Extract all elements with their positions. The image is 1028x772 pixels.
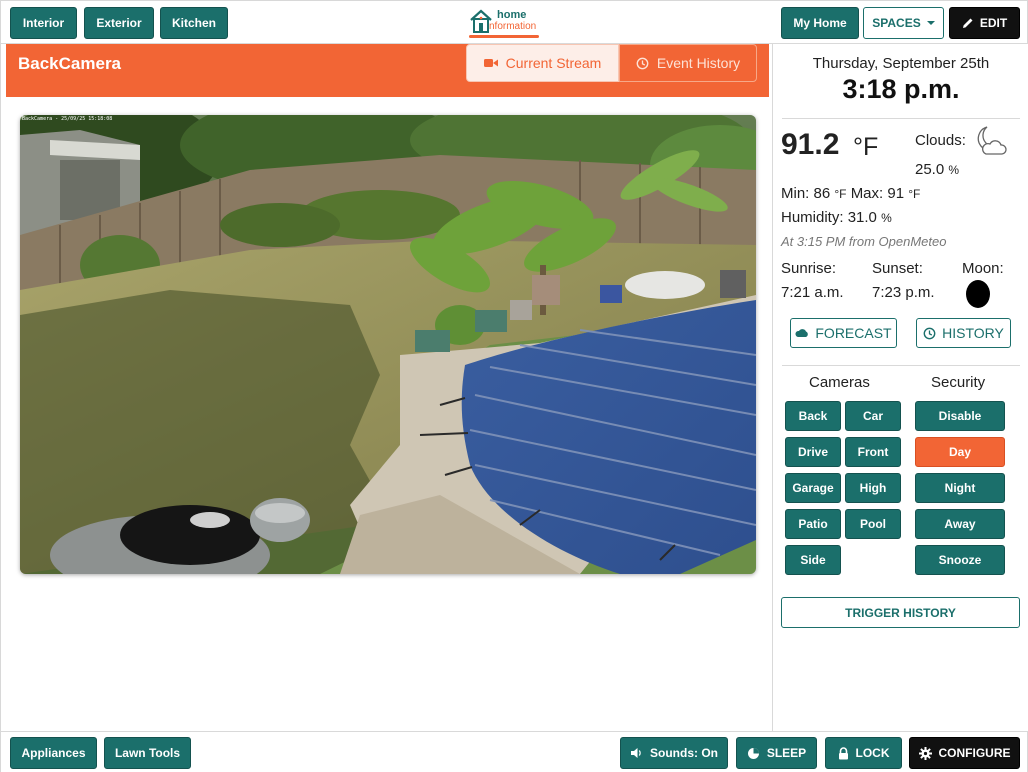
sunset-value: 7:23 p.m.	[872, 284, 935, 301]
video-camera-icon	[483, 58, 498, 68]
temperature-unit: °F	[853, 133, 879, 161]
logo-text-information: nformation	[489, 21, 537, 32]
tab-current-stream[interactable]: Current Stream	[466, 44, 619, 82]
home-information-logo[interactable]: home nformation	[467, 7, 541, 39]
camera-garage-button[interactable]: Garage	[785, 473, 841, 503]
current-date: Thursday, September 25th	[812, 55, 990, 72]
sunrise: Sunrise: 7:21 a.m.	[781, 257, 869, 305]
security-away-button[interactable]: Away	[915, 509, 1005, 539]
camera-stream-image[interactable]: BackCamera - 25/09/25 15:18:08	[20, 115, 756, 574]
tab-current-stream-label: Current Stream	[505, 55, 602, 71]
history-clock-icon	[923, 327, 936, 340]
camera-timestamp-overlay: BackCamera - 25/09/25 15:18:08	[22, 116, 113, 122]
humidity-label: Humidity:	[781, 209, 844, 226]
security-day-button[interactable]: Day	[915, 437, 1005, 467]
forecast-label: FORECAST	[815, 325, 892, 341]
lawn-tools-button[interactable]: Lawn Tools	[104, 737, 191, 769]
humidity-value: 31.0	[847, 209, 877, 226]
kitchen-button[interactable]: Kitchen	[160, 7, 228, 39]
sounds-toggle-button[interactable]: Sounds: On	[620, 737, 728, 769]
interior-button[interactable]: Interior	[10, 7, 77, 39]
my-home-button[interactable]: My Home	[781, 7, 859, 39]
moon-label: Moon:	[962, 260, 1004, 277]
camera-patio-button[interactable]: Patio	[785, 509, 841, 539]
pencil-icon	[962, 18, 973, 28]
configure-button[interactable]: CONFIGURE	[909, 737, 1020, 769]
camera-header: BackCamera Current Stream Event History	[6, 44, 769, 97]
right-panel: Thursday, September 25th 3:18 p.m. 91.2 …	[772, 44, 1028, 731]
weather-source: At 3:15 PM from OpenMeteo	[781, 234, 947, 249]
max-unit: °F	[908, 187, 921, 201]
logo-underline	[469, 35, 539, 38]
camera-drive-button[interactable]: Drive	[785, 437, 841, 467]
trigger-history-button[interactable]: TRIGGER HISTORY	[781, 597, 1020, 628]
history-clock-icon	[636, 57, 649, 70]
backyard-pool-scene	[20, 115, 756, 574]
clouds-label: Clouds:	[915, 132, 966, 149]
gear-icon	[918, 746, 932, 760]
sunset-label: Sunset:	[872, 260, 923, 277]
spaces-label: SPACES	[872, 16, 921, 30]
configure-label: CONFIGURE	[938, 746, 1011, 760]
camera-title: BackCamera	[18, 54, 122, 73]
min-unit: °F	[834, 187, 847, 201]
max-label: Max:	[850, 185, 884, 202]
camera-car-button[interactable]: Car	[845, 401, 901, 431]
edit-button[interactable]: EDIT	[949, 7, 1020, 39]
lock-icon	[838, 746, 848, 759]
camera-high-button[interactable]: High	[845, 473, 901, 503]
moon-phase-icon	[965, 279, 991, 309]
sleep-label: SLEEP	[766, 746, 807, 760]
clouds-value: 25.0 %	[915, 161, 959, 178]
tab-event-history[interactable]: Event History	[619, 44, 757, 82]
min-value: 86	[813, 185, 831, 202]
spaces-dropdown-button[interactable]: SPACES	[863, 7, 944, 39]
caret-down-icon	[926, 21, 935, 25]
camera-side-button[interactable]: Side	[785, 545, 841, 575]
camera-back-button[interactable]: Back	[785, 401, 841, 431]
moon-cloud-icon	[973, 124, 1007, 165]
top-navigation-bar: Interior Exterior Kitchen home nformatio…	[1, 1, 1027, 44]
history-label: HISTORY	[942, 325, 1004, 341]
temperature-value: 91.2	[781, 128, 840, 161]
camera-front-button[interactable]: Front	[845, 437, 901, 467]
min-max-temperature: Min: 86 °F Max: 91 °F	[781, 185, 920, 202]
max-value: 91	[887, 185, 905, 202]
weather-history-button[interactable]: HISTORY	[916, 318, 1011, 348]
clouds-unit: %	[948, 163, 960, 177]
logo-text-home: home	[497, 9, 527, 21]
humidity-unit: %	[881, 211, 892, 225]
cloud-icon	[795, 328, 809, 338]
sunrise-value: 7:21 a.m.	[781, 284, 844, 301]
divider	[782, 365, 1020, 366]
lock-button[interactable]: LOCK	[825, 737, 902, 769]
min-label: Min:	[781, 185, 810, 202]
sounds-label: Sounds: On	[650, 746, 718, 760]
clouds-number: 25.0	[915, 161, 945, 178]
edit-label: EDIT	[979, 16, 1008, 30]
sleep-button[interactable]: SLEEP	[736, 737, 817, 769]
security-night-button[interactable]: Night	[915, 473, 1005, 503]
tab-event-history-label: Event History	[656, 55, 741, 71]
lock-label: LOCK	[855, 746, 890, 760]
security-disable-button[interactable]: Disable	[915, 401, 1005, 431]
exterior-button[interactable]: Exterior	[84, 7, 154, 39]
appliances-button[interactable]: Appliances	[10, 737, 97, 769]
cameras-heading: Cameras	[809, 374, 870, 391]
sleep-pie-icon	[747, 747, 759, 759]
camera-pool-button[interactable]: Pool	[845, 509, 901, 539]
divider	[782, 118, 1020, 119]
security-snooze-button[interactable]: Snooze	[915, 545, 1005, 575]
humidity: Humidity: 31.0 %	[781, 209, 892, 226]
sunrise-label: Sunrise:	[781, 260, 837, 277]
security-heading: Security	[931, 374, 986, 391]
bottom-navigation-bar: Appliances Lawn Tools Sounds: On SLEEP L…	[1, 731, 1027, 772]
current-time: 3:18 p.m.	[842, 74, 960, 104]
sunset: Sunset: 7:23 p.m.	[872, 257, 964, 305]
forecast-button[interactable]: FORECAST	[790, 318, 897, 348]
speaker-icon	[631, 748, 641, 758]
